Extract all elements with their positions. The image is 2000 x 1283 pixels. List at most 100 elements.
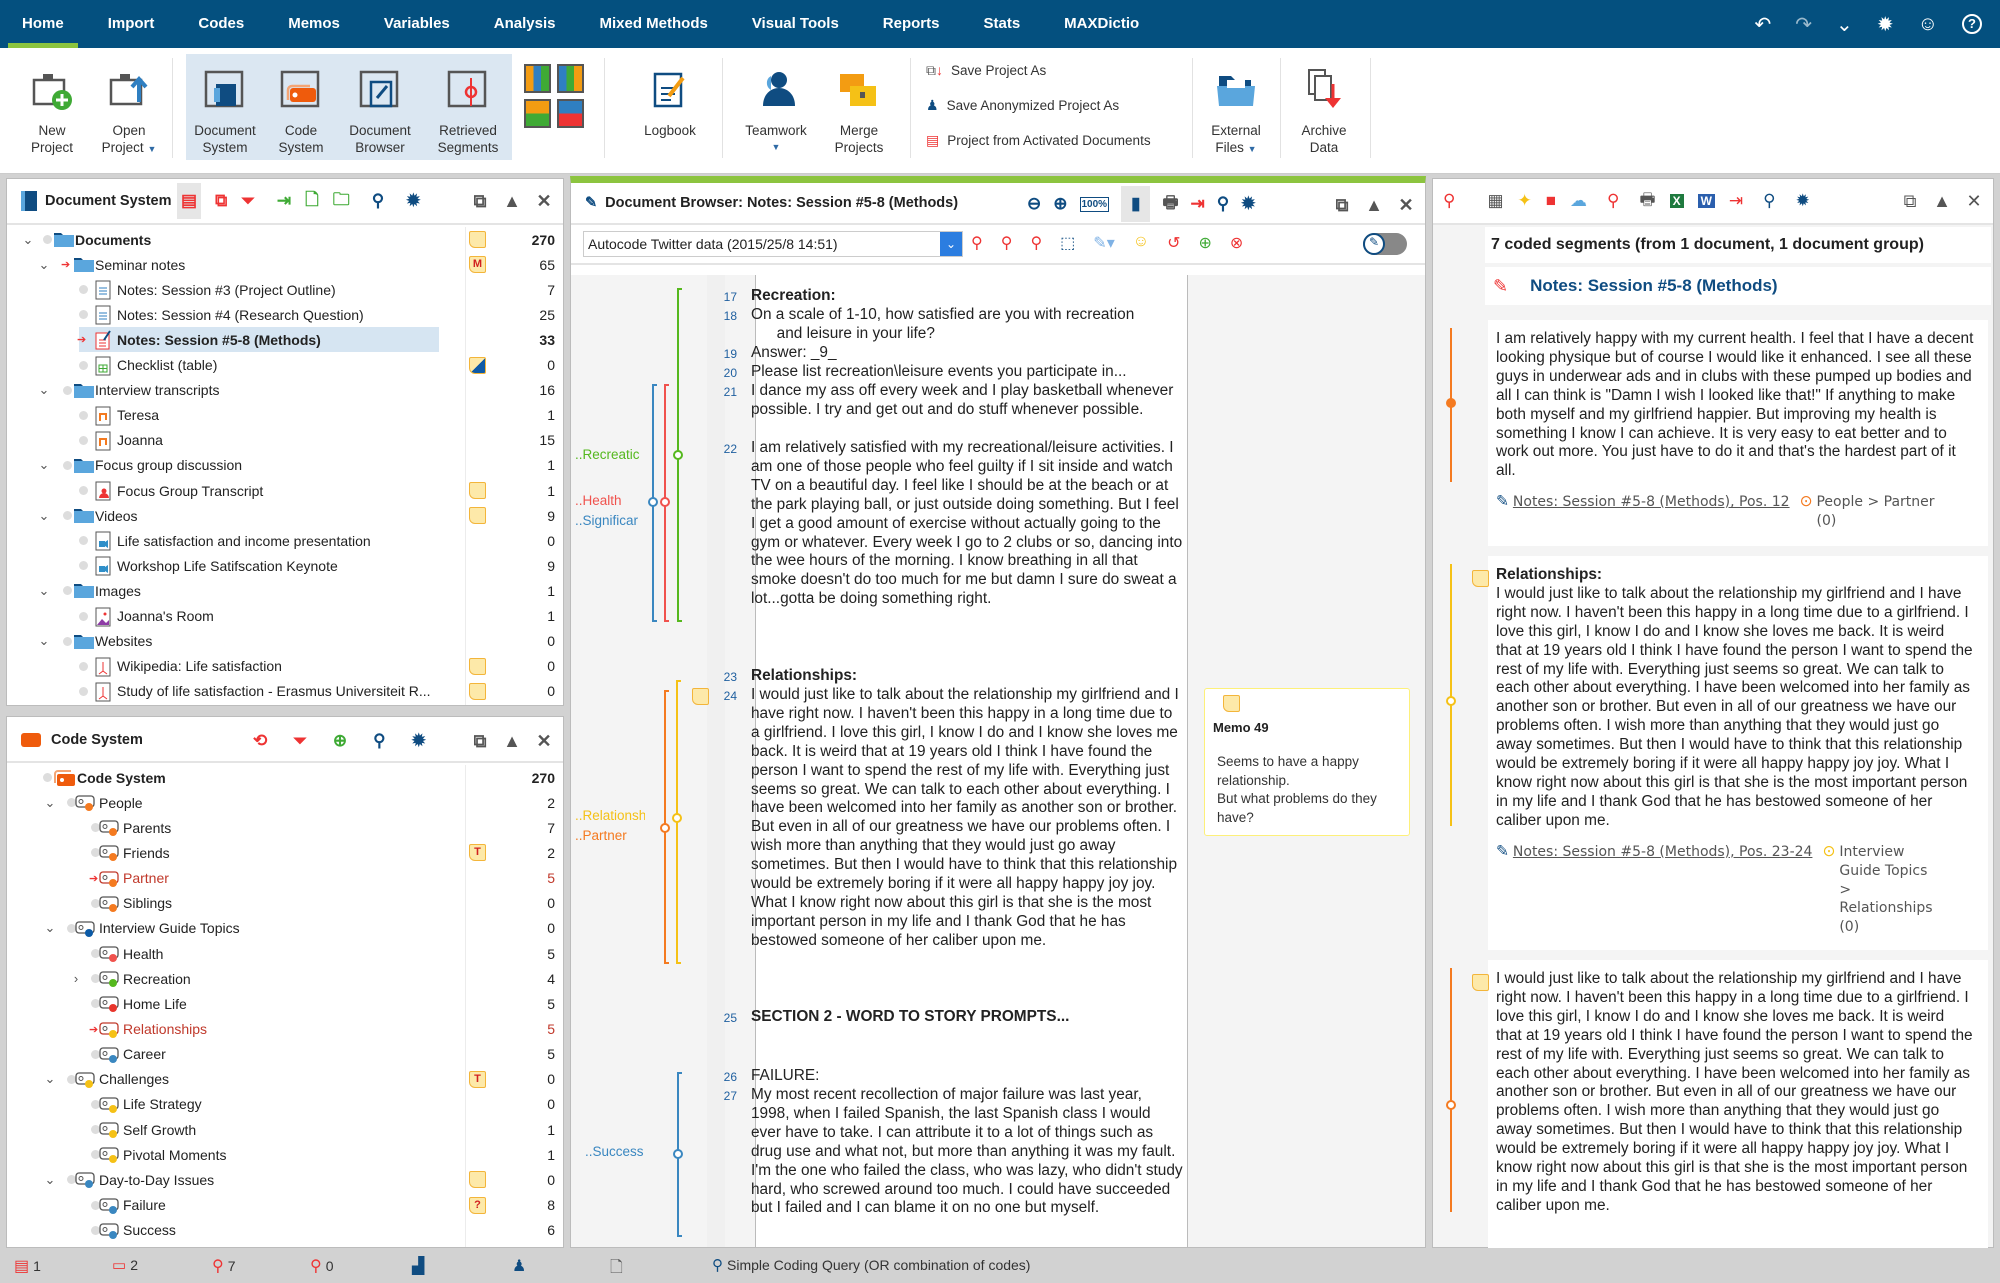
activation-dot[interactable] xyxy=(79,686,88,696)
status-user[interactable]: ♟ xyxy=(512,1256,526,1276)
maximize-icon[interactable]: ▲ xyxy=(1365,195,1383,216)
chevron-down-icon[interactable]: ⌄ xyxy=(37,382,51,398)
undock-icon[interactable]: ⧉ xyxy=(1333,195,1351,216)
status-query-mode[interactable]: ⚲ Simple Coding Query (OR combination of … xyxy=(712,1256,1030,1274)
document-tree-row[interactable]: ⌄ ➔ Seminar notes M 65 xyxy=(7,252,563,277)
chevron-right-icon[interactable]: › xyxy=(69,971,83,986)
paragraph-text[interactable]: FAILURE: xyxy=(751,1067,1183,1086)
gear-icon[interactable]: ✹ xyxy=(1796,191,1810,211)
coded-segment[interactable]: Relationships: I would just like to talk … xyxy=(1446,556,1988,950)
memo-icon[interactable] xyxy=(469,482,486,499)
code-stripe-node[interactable] xyxy=(672,813,682,823)
menu-tab-stats[interactable]: Stats xyxy=(961,0,1042,48)
menu-tab-reports[interactable]: Reports xyxy=(861,0,962,48)
segment-code-path[interactable]: People > Partner (0) xyxy=(1816,493,1949,531)
code-stripe-label[interactable]: ..Health xyxy=(575,493,645,508)
code-tree-row[interactable]: ➔ Partner 5 xyxy=(7,866,563,891)
zoom-out-icon[interactable]: ⊖ xyxy=(1027,194,1041,214)
chevron-down-icon[interactable]: ⌄ xyxy=(37,508,51,524)
paragraph-text[interactable]: I dance my ass off every week and I play… xyxy=(751,382,1183,420)
gear-icon[interactable]: ✹ xyxy=(1241,194,1255,214)
paragraph-text[interactable]: Please list recreation\leisure events yo… xyxy=(751,363,1183,382)
code-stripe-node[interactable] xyxy=(673,1149,683,1159)
activation-dot[interactable] xyxy=(79,435,88,445)
code-stripe-label[interactable]: ..Recreatic xyxy=(575,447,645,462)
maximize-icon[interactable]: ▲ xyxy=(503,731,521,752)
menu-tab-memos[interactable]: Memos xyxy=(266,0,362,48)
code-tree-row[interactable]: ⌄ Challenges T 0 xyxy=(7,1067,563,1092)
paragraph-text[interactable]: I am relatively satisfied with my recrea… xyxy=(751,439,1183,609)
code-tree-row[interactable]: Health 5 xyxy=(7,941,563,966)
activation-dot[interactable] xyxy=(63,636,72,646)
memo-icon[interactable] xyxy=(469,356,486,374)
document-tree-row[interactable]: Wikipedia: Life satisfaction 0 xyxy=(7,654,563,679)
document-tree-row[interactable]: Notes: Session #4 (Research Question) 25 xyxy=(7,302,563,327)
merge-projects-button[interactable]: Merge Projects xyxy=(822,54,896,156)
code-tree-row[interactable]: Home Life 5 xyxy=(7,991,563,1016)
document-browser-button[interactable]: Document Browser xyxy=(340,54,420,156)
gear-icon[interactable]: ✹ xyxy=(406,191,420,211)
autocode-select[interactable]: Autocode Twitter data (2015/25/8 14:51) … xyxy=(583,231,963,257)
code-tree-row[interactable]: Code System 270 xyxy=(7,765,563,790)
code-tree-row[interactable]: Success 6 xyxy=(7,1218,563,1243)
filter-codes-icon[interactable]: ⏷ xyxy=(293,731,307,751)
code-tree-row[interactable]: Parents 7 xyxy=(7,815,563,840)
chevron-down-icon[interactable]: ⌄ xyxy=(43,1172,57,1188)
maximize-icon[interactable]: ▲ xyxy=(1933,191,1951,212)
activation-arrow-icon[interactable]: ➔ xyxy=(61,258,70,271)
code-stripe-node[interactable] xyxy=(673,450,683,460)
code-new-icon[interactable]: ⚲ xyxy=(1001,233,1013,253)
status-retrieved-segments[interactable]: ⚲ 7 xyxy=(212,1256,236,1276)
code-tree-row[interactable]: Failure? 8 xyxy=(7,1193,563,1218)
menu-tab-analysis[interactable]: Analysis xyxy=(472,0,578,48)
menu-tab-visual-tools[interactable]: Visual Tools xyxy=(730,0,861,48)
undo-code-icon[interactable]: ↺ xyxy=(1167,233,1180,253)
menu-tab-import[interactable]: Import xyxy=(86,0,177,48)
code-tree-row[interactable]: Pivotal Moments 1 xyxy=(7,1142,563,1167)
activation-dot[interactable] xyxy=(79,561,88,571)
code-tree-row[interactable]: Self Growth 1 xyxy=(7,1117,563,1142)
memo-icon[interactable] xyxy=(469,657,486,675)
activation-dot[interactable] xyxy=(79,611,88,621)
activation-arrow-icon[interactable]: ➔ xyxy=(77,333,86,346)
activation-dot[interactable] xyxy=(43,773,52,782)
status-activated-codes[interactable]: ▭ 2 xyxy=(112,1256,138,1274)
activation-dot[interactable] xyxy=(43,235,52,244)
activation-dot[interactable] xyxy=(79,536,88,546)
external-files-button[interactable]: External Files ▼ xyxy=(1200,54,1272,158)
activation-dot[interactable] xyxy=(63,460,72,470)
document-system-button[interactable]: Document System xyxy=(188,54,262,156)
segment-code-stripe-node[interactable] xyxy=(1446,1100,1456,1110)
chevron-down-icon[interactable]: ⌄ xyxy=(37,633,51,649)
document-tree-row[interactable]: ⌄ Interview transcripts 16 xyxy=(7,378,563,403)
memo-icon[interactable] xyxy=(469,682,486,700)
document-tree-row[interactable]: ➔ Notes: Session #5-8 (Methods) 33 xyxy=(77,327,555,353)
chevron-down-icon[interactable]: ⌄ xyxy=(37,457,51,473)
paragraph-text[interactable]: Recreation: xyxy=(751,287,1183,306)
memo-icon[interactable]: T xyxy=(469,844,486,862)
memo-icon[interactable]: ? xyxy=(469,1196,486,1214)
activation-dot[interactable] xyxy=(79,486,88,495)
memo-icon[interactable]: M xyxy=(469,256,486,274)
activation-arrow-icon[interactable]: ➔ xyxy=(89,1023,98,1036)
archive-data-button[interactable]: Archive Data xyxy=(1288,54,1360,156)
gear-icon[interactable]: ✹ xyxy=(412,731,426,751)
document-tree-row[interactable]: ⌄ Documents 270 xyxy=(7,227,563,252)
activation-dot[interactable] xyxy=(79,285,88,295)
close-icon[interactable]: ✕ xyxy=(1397,195,1415,216)
activation-dot[interactable] xyxy=(79,360,88,370)
paragraph-text[interactable]: SECTION 2 - WORD TO STORY PROMPTS... xyxy=(751,1008,1183,1027)
document-tree-row[interactable]: Workshop Life Satifscation Keynote 9 xyxy=(7,553,563,578)
new-code-icon[interactable]: ⊕ xyxy=(333,731,347,751)
undock-icon[interactable]: ⧉ xyxy=(1901,191,1919,212)
code-stripe-node[interactable] xyxy=(660,823,670,833)
undo-icon[interactable]: ↶ xyxy=(1755,12,1772,37)
paragraph-text[interactable]: Answer: _9_ xyxy=(751,344,1183,363)
coded-segment[interactable]: I am relatively happy with my current he… xyxy=(1446,320,1988,546)
undock-icon[interactable]: ⧉ xyxy=(471,191,489,212)
menu-tab-home[interactable]: Home xyxy=(0,0,86,48)
zoom-in-icon[interactable]: ⊕ xyxy=(1053,194,1067,214)
activation-dot[interactable] xyxy=(63,586,72,596)
close-icon[interactable]: ✕ xyxy=(535,731,553,752)
activation-dot[interactable] xyxy=(79,310,88,320)
